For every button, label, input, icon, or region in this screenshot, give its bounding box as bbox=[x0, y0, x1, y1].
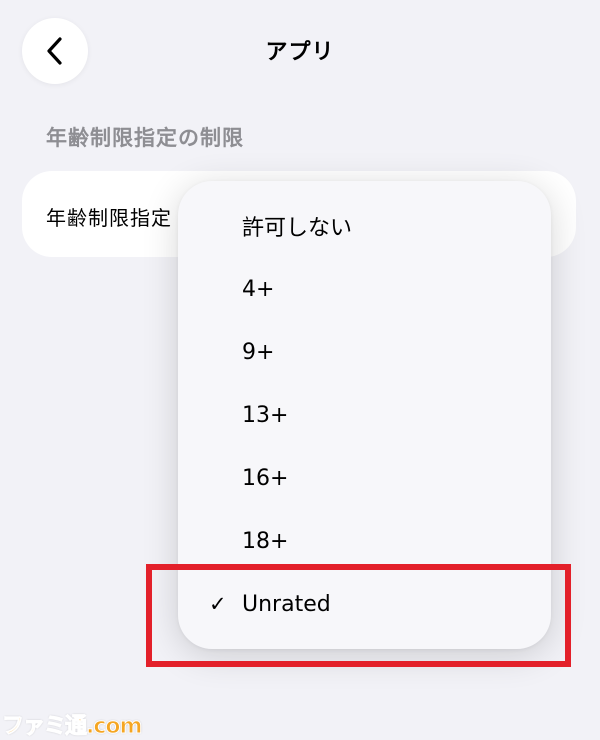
setting-label: 年齢制限指定 bbox=[46, 206, 172, 230]
menu-item-label: 9+ bbox=[242, 339, 275, 365]
section-header: 年齢制限指定の制限 bbox=[46, 126, 244, 150]
watermark-logo: ファミ通.com bbox=[1, 714, 142, 740]
menu-item-18-plus[interactable]: 18+ bbox=[178, 510, 551, 572]
menu-item-label: 4+ bbox=[242, 276, 275, 302]
page-title: アプリ bbox=[265, 40, 335, 65]
menu-item-not-allowed[interactable]: 許可しない bbox=[178, 195, 551, 257]
menu-item-label: 許可しない bbox=[242, 216, 353, 241]
menu-item-4-plus[interactable]: 4+ bbox=[178, 258, 551, 320]
highlight-annotation-box bbox=[146, 564, 571, 667]
menu-item-label: 13+ bbox=[242, 402, 289, 428]
menu-item-13-plus[interactable]: 13+ bbox=[178, 384, 551, 446]
menu-item-9-plus[interactable]: 9+ bbox=[178, 321, 551, 383]
menu-item-label: 18+ bbox=[242, 528, 289, 554]
menu-item-label: 16+ bbox=[242, 465, 289, 491]
menu-item-16-plus[interactable]: 16+ bbox=[178, 447, 551, 509]
